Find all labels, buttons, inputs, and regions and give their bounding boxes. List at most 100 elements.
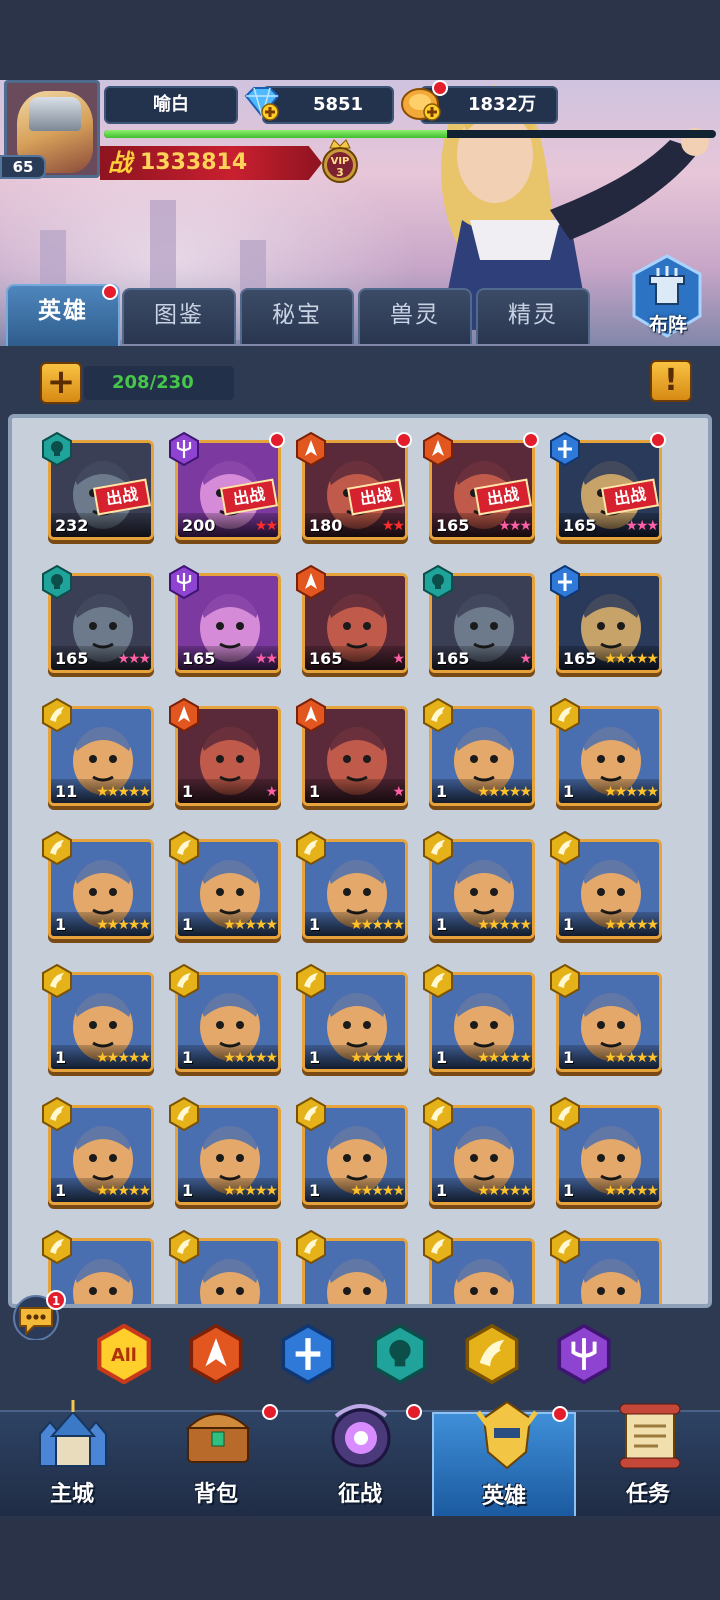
hero-stars: ★: [265, 784, 277, 800]
hero-stars: ★★★★★: [604, 1183, 659, 1199]
faction-wing-icon: [550, 1097, 580, 1131]
faction-demon-icon: [189, 1323, 243, 1385]
tab-treasure[interactable]: 秘宝: [240, 288, 354, 344]
hero-stars: ★★★★★: [96, 1183, 151, 1199]
hero-level: 165: [55, 649, 89, 668]
faction-cross-icon: [281, 1323, 335, 1385]
gem-amount: 5851: [312, 94, 364, 115]
faction-wing-icon: [423, 831, 453, 865]
hero-level-strip: 1 ★★★★★: [51, 912, 151, 936]
hero-stars: ★: [392, 651, 404, 667]
tab-beast-spirit[interactable]: 兽灵: [358, 288, 472, 344]
faction-wing-icon: [296, 964, 326, 998]
hero-stars: ★★★★★: [96, 917, 151, 933]
hero-level: 165: [563, 649, 597, 668]
faction-wing-icon: [550, 964, 580, 998]
filter-wing[interactable]: [464, 1323, 520, 1385]
hero-notification-dot: [650, 432, 666, 448]
hero-level-strip: 1 ★: [178, 779, 278, 803]
faction-wing-icon: [550, 698, 580, 732]
hero-stars: ★★★★★: [604, 651, 659, 667]
nav-notification-dot: [552, 1406, 568, 1422]
hero-stars: ★: [519, 651, 531, 667]
hero-level: 165: [436, 516, 470, 535]
faction-skull-icon: [42, 432, 72, 466]
info-button[interactable]: !: [650, 360, 692, 402]
hero-stars: ★★★★★: [604, 784, 659, 800]
hero-notification-dot: [269, 432, 285, 448]
hero-level-strip: 1 ★★★★★: [178, 1045, 278, 1069]
faction-wing-icon: [550, 831, 580, 865]
hero-level-strip: 1 ★★★★★: [432, 779, 532, 803]
hero-level: 165: [436, 649, 470, 668]
hero-level: 1: [563, 1181, 575, 1200]
nav-dragon-portal[interactable]: 征战: [288, 1404, 432, 1518]
faction-trident-icon: [557, 1323, 611, 1385]
filter-skull[interactable]: [372, 1323, 428, 1385]
power-label: 战: [108, 149, 132, 177]
power-value: 1333814: [140, 150, 248, 175]
vip-badge[interactable]: VIP 3: [318, 138, 362, 186]
hero-level-strip: 165 ★★: [178, 646, 278, 670]
filter-cross[interactable]: [280, 1323, 336, 1385]
status-area: [0, 0, 720, 80]
hero-level-strip: 1 ★★★★★: [51, 1178, 151, 1202]
faction-cross-icon: [550, 565, 580, 599]
faction-demon-icon: [296, 432, 326, 466]
hero-stars: ★★★★★: [350, 1050, 405, 1066]
nav-label: 背包: [193, 1482, 238, 1507]
hero-level-strip: 1 ★★★★★: [559, 1045, 659, 1069]
hero-level-strip: 1 ★★★★★: [559, 912, 659, 936]
hero-level: 1: [436, 1181, 448, 1200]
player-name[interactable]: 喻白: [104, 86, 238, 124]
nav-scroll[interactable]: 任务: [576, 1403, 720, 1518]
hero-stars: ★★★★★: [350, 1183, 405, 1199]
faction-skull-icon: [373, 1323, 427, 1385]
nav-chest[interactable]: 背包: [144, 1404, 288, 1518]
chat-icon[interactable]: 1: [10, 1290, 66, 1340]
filter-demon[interactable]: [188, 1323, 244, 1385]
helmet-icon: [476, 1400, 538, 1470]
hero-level-strip: 1 ★★★★★: [305, 1045, 405, 1069]
gold-amount: 1832万: [467, 94, 537, 115]
expand-capacity-button[interactable]: +: [40, 362, 82, 404]
hero-stars: ★: [392, 784, 404, 800]
hero-level-strip: 1 ★★★★★: [559, 779, 659, 803]
tab-label: 英雄: [38, 298, 88, 324]
hero-level: 1: [182, 915, 194, 934]
hero-level-strip: 180 ★★: [305, 513, 405, 537]
hero-level-strip: 1 ★★★★★: [305, 912, 405, 936]
diamond-icon[interactable]: [240, 84, 284, 124]
hero-stars: ★★★★★: [604, 917, 659, 933]
hero-level: 1: [436, 915, 448, 934]
hero-stars: ★★★: [625, 518, 659, 534]
hero-level-strip: 1 ★: [305, 779, 405, 803]
chat-unread-count: 1: [52, 1294, 60, 1308]
hero-level-strip: 165 ★★★: [51, 646, 151, 670]
hero-level: 1: [309, 782, 321, 801]
hero-level-strip: 165 ★: [432, 646, 532, 670]
faction-demon-icon: [423, 432, 453, 466]
hero-stars: ★★★★★: [223, 1050, 278, 1066]
filter-all[interactable]: All: [96, 1323, 152, 1385]
hero-level: 165: [182, 649, 216, 668]
nav-label: 任务: [625, 1482, 670, 1507]
tab-elf[interactable]: 精灵: [476, 288, 590, 344]
hero-level: 165: [309, 649, 343, 668]
hero-level-strip: 232: [51, 513, 151, 537]
nav-castle[interactable]: 主城: [0, 1400, 144, 1518]
hero-stars: ★★★★★: [477, 1183, 532, 1199]
faction-demon-icon: [296, 565, 326, 599]
filter-trident[interactable]: [556, 1323, 612, 1385]
gold-notification-dot: [432, 80, 448, 96]
nav-helmet[interactable]: 英雄: [432, 1400, 576, 1518]
tab-collection[interactable]: 图鉴: [122, 288, 236, 344]
hero-stars: ★★: [254, 518, 278, 534]
faction-wing-icon: [42, 831, 72, 865]
hero-level: 1: [55, 1181, 67, 1200]
faction-filters: All: [0, 1320, 720, 1394]
faction-skull-icon: [423, 565, 453, 599]
faction-wing-icon: [296, 1230, 326, 1264]
hero-level: 165: [563, 516, 597, 535]
hero-level: 180: [309, 516, 343, 535]
